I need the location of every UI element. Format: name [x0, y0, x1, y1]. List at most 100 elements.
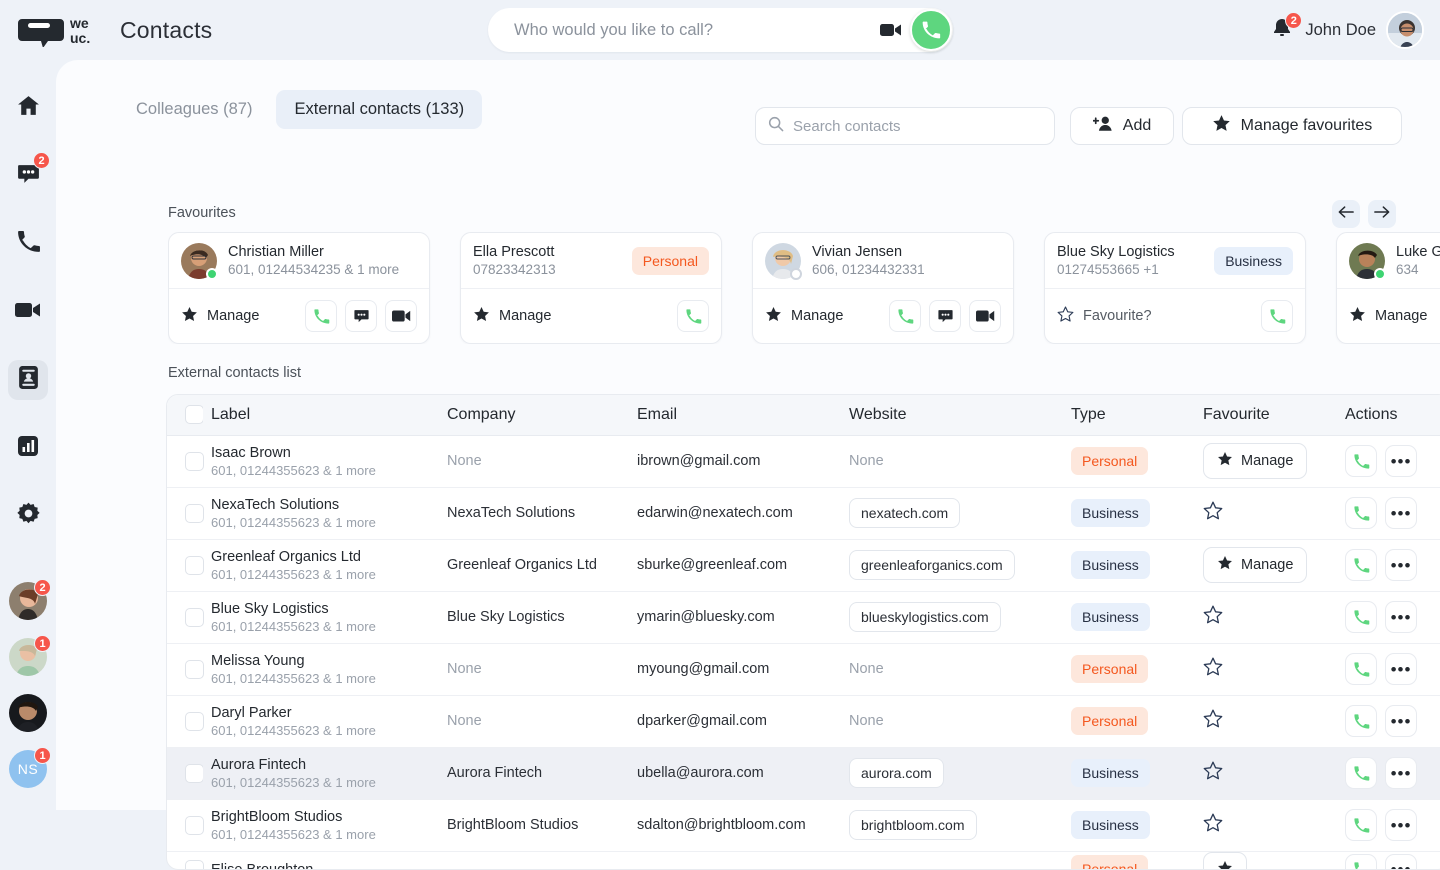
sidebar-item-calls[interactable]: [8, 224, 48, 264]
call-button[interactable]: [1345, 445, 1377, 477]
call-search-input[interactable]: [514, 21, 878, 40]
search-contacts-input[interactable]: [793, 118, 1042, 135]
sidebar-avatar-2[interactable]: 1: [9, 638, 47, 676]
favourite-card[interactable]: Luke Geo 634 Manage: [1336, 232, 1440, 344]
sidebar-item-analytics[interactable]: [8, 428, 48, 468]
row-checkbox[interactable]: [185, 712, 204, 731]
sidebar-avatar-4[interactable]: NS 1: [9, 750, 47, 788]
sidebar-avatar-3[interactable]: [9, 694, 47, 732]
table-row[interactable]: Elise Broughton Personal •••: [167, 851, 1440, 870]
call-button[interactable]: [1345, 854, 1377, 870]
row-checkbox[interactable]: [185, 608, 204, 627]
video-call-button[interactable]: [969, 300, 1001, 332]
table-row[interactable]: Isaac Brown 601, 01244355623 & 1 more No…: [167, 435, 1440, 487]
sidebar-avatar-1[interactable]: 2: [9, 582, 47, 620]
carousel-next-button[interactable]: [1368, 200, 1396, 228]
call-button[interactable]: [1345, 653, 1377, 685]
favourite-card[interactable]: Ella Prescott 07823342313 Personal Manag…: [460, 232, 722, 344]
column-header-website[interactable]: Website: [841, 395, 1063, 435]
call-button[interactable]: [1345, 757, 1377, 789]
notifications-bell[interactable]: 2: [1271, 17, 1295, 43]
tab-external-contacts[interactable]: External contacts (133): [276, 90, 482, 129]
table-row[interactable]: NexaTech Solutions 601, 01244355623 & 1 …: [167, 487, 1440, 539]
add-favourite-button[interactable]: Favourite?: [1057, 306, 1152, 327]
column-header-email[interactable]: Email: [629, 395, 841, 435]
manage-favourite-button[interactable]: Manage: [181, 306, 259, 327]
add-favourite-button[interactable]: [1203, 761, 1223, 785]
favourites-carousel[interactable]: Christian Miller 601, 01244534235 & 1 mo…: [168, 232, 1440, 344]
table-row[interactable]: Melissa Young 601, 01244355623 & 1 more …: [167, 643, 1440, 695]
add-favourite-button[interactable]: [1203, 501, 1223, 525]
sidebar-item-home[interactable]: [8, 88, 48, 128]
call-search-bar[interactable]: [488, 8, 953, 52]
call-button[interactable]: [1345, 601, 1377, 633]
call-button[interactable]: [1345, 809, 1377, 841]
manage-favourites-button[interactable]: Manage favourites: [1182, 107, 1402, 145]
sidebar-item-contacts[interactable]: [8, 360, 48, 400]
column-header-company[interactable]: Company: [439, 395, 629, 435]
call-button[interactable]: [1345, 705, 1377, 737]
favourite-card[interactable]: Blue Sky Logistics 01274553665 +1 Busine…: [1044, 232, 1306, 344]
more-options-button[interactable]: •••: [1385, 497, 1417, 529]
favourite-card[interactable]: Christian Miller 601, 01244534235 & 1 mo…: [168, 232, 430, 344]
message-button[interactable]: [929, 300, 961, 332]
table-row[interactable]: BrightBloom Studios 601, 01244355623 & 1…: [167, 799, 1440, 851]
message-button[interactable]: [345, 300, 377, 332]
call-button[interactable]: [1261, 300, 1293, 332]
carousel-prev-button[interactable]: [1332, 200, 1360, 228]
column-header-label[interactable]: Label: [203, 395, 439, 435]
table-row[interactable]: Greenleaf Organics Ltd 601, 01244355623 …: [167, 539, 1440, 591]
manage-favourite-button[interactable]: Manage: [1349, 306, 1427, 327]
sidebar-item-settings[interactable]: [8, 496, 48, 536]
manage-favourite-button[interactable]: [1203, 852, 1247, 870]
row-checkbox[interactable]: [185, 504, 204, 523]
more-options-button[interactable]: •••: [1385, 445, 1417, 477]
more-options-button[interactable]: •••: [1385, 601, 1417, 633]
video-camera-icon[interactable]: [878, 17, 904, 43]
call-button[interactable]: [889, 300, 921, 332]
manage-favourite-button[interactable]: Manage: [473, 306, 551, 327]
sidebar-item-messages[interactable]: 2: [8, 156, 48, 196]
row-checkbox[interactable]: [185, 660, 204, 679]
website-chip[interactable]: aurora.com: [849, 758, 944, 788]
more-options-button[interactable]: •••: [1385, 549, 1417, 581]
more-options-button[interactable]: •••: [1385, 705, 1417, 737]
website-chip[interactable]: brightbloom.com: [849, 810, 977, 840]
add-favourite-button[interactable]: [1203, 709, 1223, 733]
add-favourite-button[interactable]: [1203, 657, 1223, 681]
more-options-button[interactable]: •••: [1385, 757, 1417, 789]
row-checkbox[interactable]: [185, 860, 204, 870]
more-options-button[interactable]: •••: [1385, 809, 1417, 841]
call-button[interactable]: [677, 300, 709, 332]
row-checkbox[interactable]: [185, 764, 204, 783]
table-row[interactable]: Aurora Fintech 601, 01244355623 & 1 more…: [167, 747, 1440, 799]
call-button[interactable]: [1345, 497, 1377, 529]
row-checkbox[interactable]: [185, 816, 204, 835]
website-chip[interactable]: greenleaforganics.com: [849, 550, 1015, 580]
manage-favourite-button[interactable]: Manage: [765, 306, 843, 327]
column-header-type[interactable]: Type: [1063, 395, 1195, 435]
select-all-checkbox[interactable]: [185, 405, 204, 424]
add-contact-button[interactable]: Add: [1070, 107, 1174, 145]
add-favourite-button[interactable]: [1203, 605, 1223, 629]
more-options-button[interactable]: •••: [1385, 653, 1417, 685]
call-button[interactable]: [1345, 549, 1377, 581]
tab-colleagues[interactable]: Colleagues (87): [118, 90, 270, 129]
row-checkbox[interactable]: [185, 452, 204, 471]
manage-favourite-button[interactable]: Manage: [1203, 547, 1307, 583]
table-row[interactable]: Blue Sky Logistics 601, 01244355623 & 1 …: [167, 591, 1440, 643]
search-contacts-box[interactable]: [755, 107, 1055, 145]
call-button[interactable]: [305, 300, 337, 332]
manage-favourite-button[interactable]: Manage: [1203, 443, 1307, 479]
avatar[interactable]: [1386, 11, 1424, 49]
table-row[interactable]: Daryl Parker 601, 01244355623 & 1 more N…: [167, 695, 1440, 747]
video-call-button[interactable]: [385, 300, 417, 332]
website-chip[interactable]: nexatech.com: [849, 498, 960, 528]
start-call-button[interactable]: [910, 9, 952, 51]
sidebar-item-meetings[interactable]: [8, 292, 48, 332]
website-chip[interactable]: blueskylogistics.com: [849, 602, 1001, 632]
add-favourite-button[interactable]: [1203, 813, 1223, 837]
more-options-button[interactable]: •••: [1385, 854, 1417, 870]
row-checkbox[interactable]: [185, 556, 204, 575]
column-header-favourite[interactable]: Favourite: [1195, 395, 1337, 435]
